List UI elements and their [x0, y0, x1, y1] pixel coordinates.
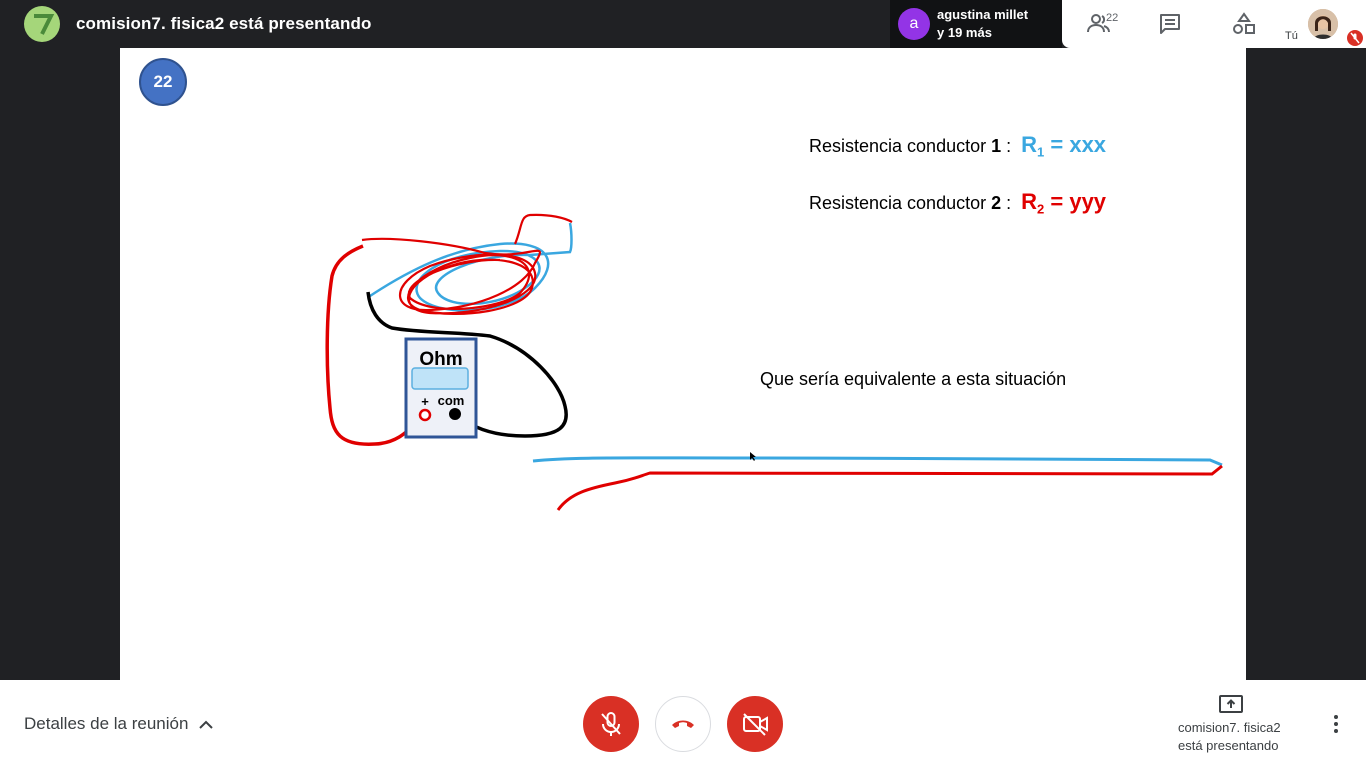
you-label: Tú — [1285, 30, 1298, 42]
active-speaker-chip[interactable]: a agustina millet y 19 más — [890, 0, 1062, 48]
self-muted-indicator — [1347, 30, 1363, 46]
mic-off-icon — [601, 712, 621, 736]
speaker-more-count: y 19 más — [937, 25, 992, 40]
meter-com-terminal — [449, 408, 461, 420]
bottom-bar: Detalles de la reunión comision7. fisica… — [0, 680, 1366, 768]
presenter-avatar — [24, 6, 60, 42]
meter-plus-terminal — [418, 408, 432, 422]
hangup-icon — [672, 720, 694, 728]
meter-plus-label: + — [421, 394, 429, 409]
camera-off-icon — [743, 713, 768, 736]
hangup-button[interactable] — [655, 696, 711, 752]
blue-wire-straight — [532, 456, 1223, 467]
red-wire-straight — [556, 464, 1223, 511]
chat-icon — [1160, 14, 1180, 34]
activities-icon — [1233, 12, 1255, 34]
chat-button[interactable] — [1150, 8, 1190, 40]
mic-toggle-button[interactable] — [583, 696, 639, 752]
situation-text: Que sería equivalente a esta situación — [760, 369, 1067, 389]
presenting-status-line2: está presentando — [1178, 738, 1279, 753]
more-vert-icon — [1334, 715, 1338, 733]
cursor-icon — [750, 452, 756, 461]
meet-window: comision7. fisica2 está presentando a ag… — [0, 0, 1366, 768]
meeting-details-label: Detalles de la reunión — [24, 714, 189, 733]
more-options-button[interactable] — [1322, 710, 1350, 738]
presenter-title: comision7. fisica2 está presentando — [76, 14, 372, 33]
meter-com-label: com — [438, 393, 465, 408]
top-bar: comision7. fisica2 está presentando a ag… — [0, 0, 1366, 48]
present-icon[interactable] — [1218, 694, 1244, 716]
circuit-drawing: Ohm + com — [325, 213, 1223, 511]
mic-off-icon — [1350, 32, 1360, 44]
presentation-slide: 22 Resistencia conductor 1 : R1 = xxx Re… — [120, 48, 1246, 680]
presenting-status-line1: comision7. fisica2 — [1178, 720, 1281, 735]
meter-title: Ohm — [419, 349, 462, 370]
self-avatar[interactable] — [1308, 9, 1338, 39]
ohmmeter: Ohm + com — [404, 337, 478, 439]
activities-button[interactable] — [1224, 8, 1264, 40]
people-count-badge: 22 — [1106, 12, 1119, 24]
camera-toggle-button[interactable] — [727, 696, 783, 752]
meeting-details-button[interactable]: Detalles de la reunión — [24, 714, 214, 734]
speaker-name: agustina millet — [937, 7, 1029, 22]
chevron-up-icon — [199, 720, 214, 729]
speaker-avatar: a — [898, 8, 930, 40]
